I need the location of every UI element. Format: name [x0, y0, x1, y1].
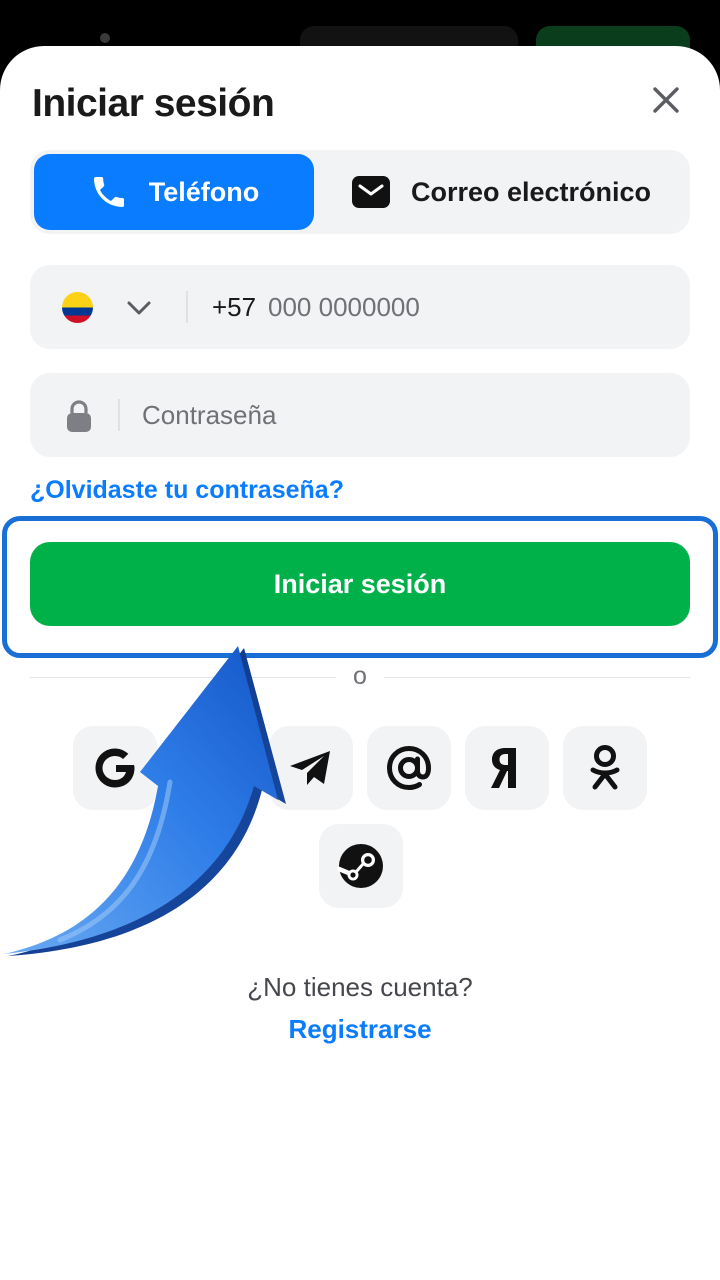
tab-email[interactable]: Correo electrónico [316, 154, 686, 230]
tab-phone[interactable]: Teléfono [34, 154, 314, 230]
mail-ru-icon [386, 745, 432, 791]
page-title: Iniciar sesión [32, 82, 275, 125]
odnoklassniki-icon [590, 745, 620, 790]
status-dot [100, 33, 110, 43]
forgot-password-link[interactable]: ¿Olvidaste tu contraseña? [30, 476, 344, 505]
close-icon [653, 87, 679, 113]
colombia-flag-icon [62, 292, 93, 323]
mailru-login-button[interactable] [367, 726, 451, 810]
tab-email-label: Correo electrónico [410, 176, 652, 207]
register-link[interactable]: Registrarse [0, 1014, 720, 1045]
phone-icon [93, 177, 124, 207]
password-field[interactable]: Contraseña [30, 373, 690, 457]
steam-icon [336, 844, 383, 888]
phone-input[interactable]: 000 0000000 [268, 265, 420, 349]
or-divider-left [30, 677, 336, 678]
no-account-text: ¿No tienes cuenta? [247, 972, 473, 1002]
close-button[interactable] [646, 80, 686, 120]
login-method-tabs: Teléfono Correo electrónico [30, 150, 690, 234]
yandex-icon [491, 748, 516, 788]
lock-icon [67, 400, 91, 432]
chevron-down-icon[interactable] [124, 293, 154, 323]
field-divider [118, 399, 120, 431]
telegram-login-button[interactable] [269, 726, 353, 810]
google-icon [95, 748, 135, 788]
yandex-login-button[interactable] [465, 726, 549, 810]
odnoklassniki-login-button[interactable] [563, 726, 647, 810]
password-input[interactable]: Contraseña [142, 373, 276, 457]
tab-phone-label: Teléfono [148, 176, 260, 207]
google-login-button[interactable] [73, 726, 157, 810]
or-divider-text: o [353, 662, 367, 690]
country-code: +57 [212, 291, 257, 322]
telegram-icon [290, 751, 330, 785]
field-divider [186, 291, 188, 323]
phone-field[interactable]: +57 000 0000000 [30, 265, 690, 349]
login-button[interactable]: Iniciar sesión [30, 542, 690, 626]
mail-icon [351, 176, 390, 208]
or-divider-right [384, 677, 690, 678]
steam-login-button[interactable] [319, 824, 403, 908]
